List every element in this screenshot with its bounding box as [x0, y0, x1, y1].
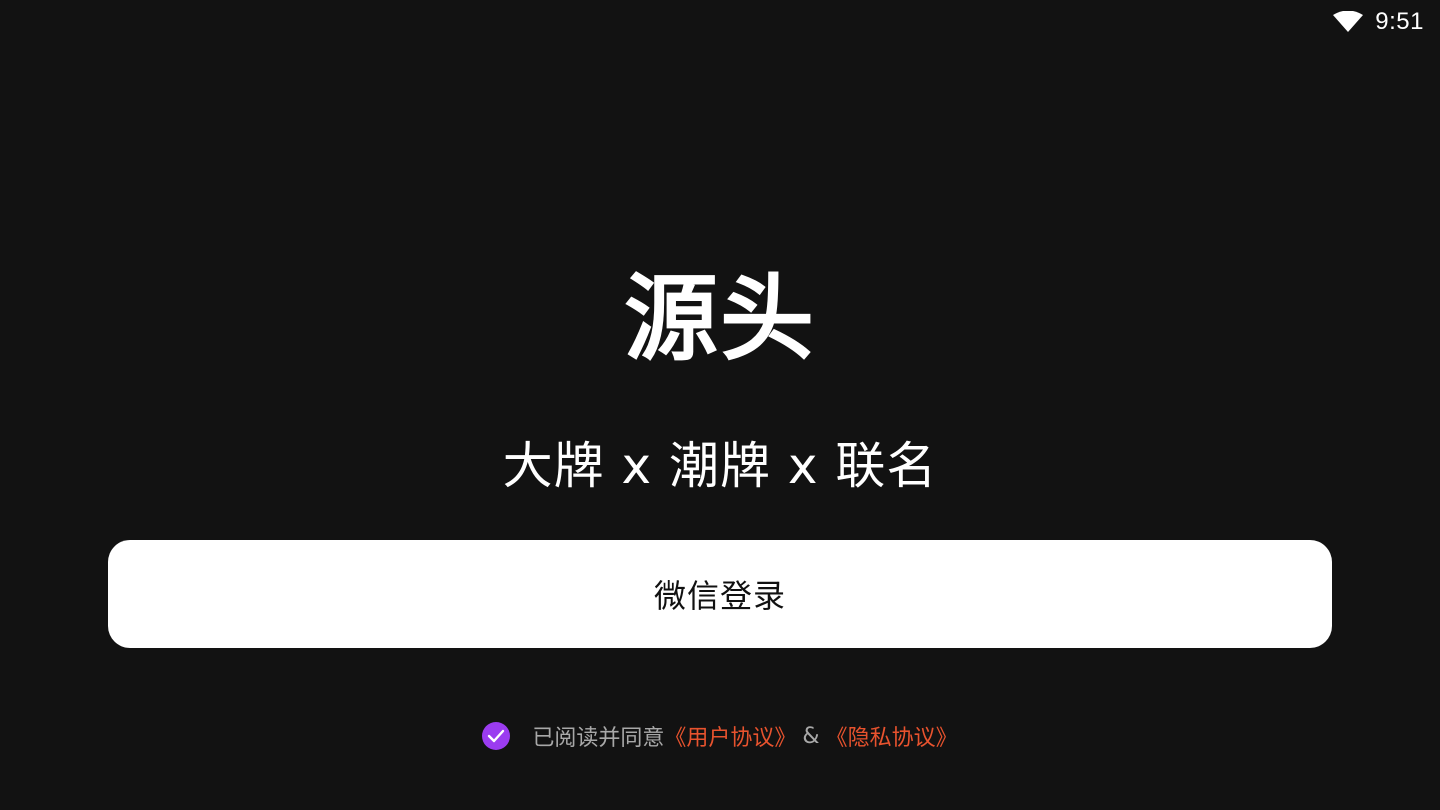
wechat-login-label: 微信登录: [653, 577, 786, 615]
agreement-row: 已阅读并同意 《用户协议》 & 《隐私协议》: [0, 716, 1440, 756]
tagline: 大牌 x 潮牌 x 联名: [502, 437, 938, 495]
status-bar: 9:51: [1333, 0, 1440, 44]
agreement-separator: &: [802, 723, 820, 749]
wechat-login-button[interactable]: 微信登录: [108, 540, 1332, 648]
privacy-policy-link[interactable]: 《隐私协议》: [826, 720, 958, 752]
agreement-checkbox[interactable]: [482, 722, 511, 750]
login-screen: 9:51 源头 大牌 x 潮牌 x 联名 微信登录 已阅读并同意 《用户协议》 …: [0, 0, 1440, 810]
status-time: 9:51: [1375, 8, 1424, 35]
wifi-icon: [1333, 11, 1364, 33]
user-agreement-link[interactable]: 《用户协议》: [664, 720, 796, 752]
agreement-prefix: 已阅读并同意: [532, 726, 665, 751]
checkmark-icon: [488, 729, 505, 743]
app-logo: 源头: [623, 265, 816, 374]
